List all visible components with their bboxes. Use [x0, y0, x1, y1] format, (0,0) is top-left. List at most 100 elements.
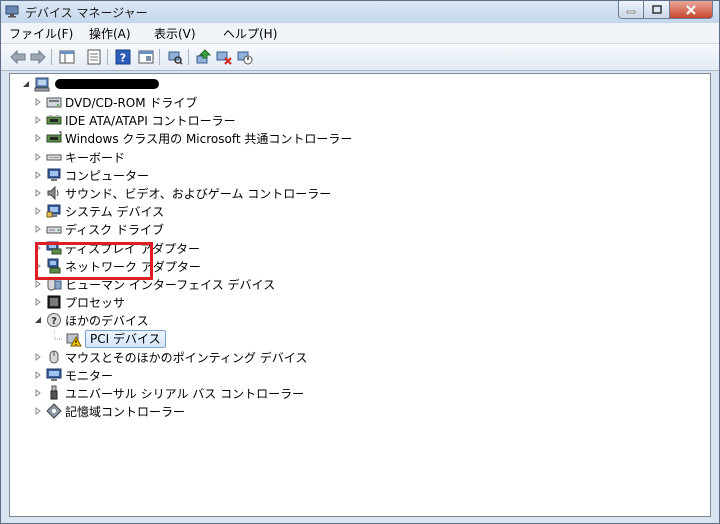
toolbar-separator — [159, 49, 160, 65]
computer-root-icon — [34, 76, 50, 92]
speaker-icon — [46, 185, 62, 201]
expand-arrow-icon[interactable] — [34, 293, 42, 311]
forward-arrow-icon — [30, 50, 46, 64]
scan-hardware-button[interactable] — [166, 48, 184, 66]
scan-hardware-icon — [168, 51, 183, 65]
tree-category-item[interactable]: マウスとそのほかのポインティング デバイス — [34, 348, 307, 366]
monitor-icon — [46, 367, 62, 383]
usb-plug-icon — [46, 385, 62, 401]
uninstall-icon — [216, 51, 232, 65]
dvd-drive-icon — [46, 94, 62, 110]
tree-child-item[interactable]: PCI デバイス — [54, 330, 166, 348]
processor-icon — [46, 294, 62, 310]
tree-category-item[interactable]: コンピューター — [34, 166, 149, 184]
tree-category-item[interactable]: プロセッサ — [34, 293, 125, 311]
toolbar-separator — [107, 49, 108, 65]
category-label: Windows クラス用の Microsoft 共通コントローラー — [65, 131, 353, 146]
properties-icon — [87, 49, 101, 65]
category-label: マウスとそのほかのポインティング デバイス — [65, 350, 308, 365]
tree-category-item[interactable]: モニター — [34, 366, 113, 384]
close-icon — [686, 4, 696, 15]
minimize-icon — [626, 10, 636, 13]
tree-root[interactable] — [22, 75, 159, 93]
expand-arrow-icon[interactable] — [34, 348, 42, 366]
expand-arrow-icon[interactable] — [34, 184, 42, 202]
category-label: IDE ATA/ATAPI コントローラー — [65, 113, 236, 128]
tree-category-item[interactable]: サウンド、ビデオ、およびゲーム コントローラー — [34, 184, 331, 202]
svg-text:?: ? — [51, 316, 57, 327]
collapse-arrow-icon[interactable] — [34, 311, 42, 329]
expand-arrow-icon[interactable] — [34, 384, 42, 402]
tree-category-item[interactable]: 記憶域コントローラー — [34, 402, 185, 420]
expand-arrow-icon[interactable] — [34, 202, 42, 220]
tree-category-item[interactable]: システム デバイス — [34, 202, 164, 220]
expand-arrow-icon[interactable] — [34, 166, 42, 184]
usb-controller-icon — [46, 130, 62, 146]
svg-text:?: ? — [120, 52, 126, 65]
device-tree[interactable]: DVD/CD-ROM ドライブ IDE ATA/ATAPI コントローラー Wind… — [9, 73, 711, 517]
view-icon — [138, 50, 154, 64]
maximize-icon — [651, 5, 662, 14]
expand-arrow-icon[interactable] — [34, 148, 42, 166]
expand-arrow-icon[interactable] — [34, 111, 42, 129]
category-label: モニター — [65, 368, 114, 383]
window-title: デバイス マネージャー — [25, 6, 148, 20]
show-hide-console-tree-icon — [59, 50, 75, 64]
warning-device-icon — [66, 331, 82, 347]
expand-arrow-icon[interactable] — [34, 366, 42, 384]
device-manager-app-icon — [5, 5, 19, 18]
menu-view[interactable]: 表示(V) — [154, 25, 196, 42]
expand-arrow-icon[interactable] — [34, 93, 42, 111]
collapse-arrow-icon[interactable] — [22, 75, 30, 93]
menu-bar: ファイル(F) 操作(A) 表示(V) ヘルプ(H) — [1, 23, 719, 44]
maximize-button[interactable] — [644, 1, 670, 19]
toolbar-separator — [51, 49, 52, 65]
category-label: キーボード — [65, 150, 126, 165]
expand-arrow-icon[interactable] — [34, 220, 42, 238]
update-driver-icon — [196, 49, 211, 64]
expand-arrow-icon[interactable] — [34, 402, 42, 420]
tree-category-item[interactable]: ? ほかのデバイス — [34, 311, 149, 329]
update-driver-button[interactable] — [194, 48, 212, 66]
close-button[interactable] — [670, 1, 713, 19]
window-bottom-edge — [1, 517, 719, 523]
disk-drive-icon — [46, 221, 62, 237]
category-label: プロセッサ — [65, 295, 126, 310]
console-tree-button[interactable] — [58, 48, 76, 66]
category-label: 記憶域コントローラー — [65, 404, 186, 419]
storage-controller-icon — [46, 403, 62, 419]
menu-action[interactable]: 操作(A) — [89, 25, 131, 42]
category-label: ほかのデバイス — [65, 313, 149, 328]
toolbar: ? — [1, 44, 719, 71]
tree-category-item[interactable]: DVD/CD-ROM ドライブ — [34, 93, 197, 111]
category-label: ユニバーサル シリアル バス コントローラー — [65, 386, 305, 401]
redacted-computer-name — [55, 79, 159, 89]
caption-buttons — [618, 1, 713, 20]
forward-button[interactable] — [29, 48, 47, 66]
menu-file[interactable]: ファイル(F) — [9, 25, 73, 42]
back-button[interactable] — [9, 48, 27, 66]
menu-help[interactable]: ヘルプ(H) — [223, 25, 277, 42]
properties-button[interactable] — [85, 48, 103, 66]
keyboard-icon — [46, 149, 62, 165]
mouse-icon — [46, 349, 62, 365]
tree-category-item[interactable]: Windows クラス用の Microsoft 共通コントローラー — [34, 129, 352, 147]
minimize-button[interactable] — [618, 1, 644, 19]
highlight-box — [35, 242, 153, 280]
tree-category-item[interactable]: キーボード — [34, 148, 125, 166]
category-label: コンピューター — [65, 168, 150, 183]
tree-category-item[interactable]: IDE ATA/ATAPI コントローラー — [34, 111, 236, 129]
device-manager-window: デバイス マネージャー ファイル(F) 操作(A) 表示(V) ヘルプ(H) ?… — [0, 0, 720, 524]
unknown-device-icon: ? — [46, 312, 62, 328]
tree-category-item[interactable]: ユニバーサル シリアル バス コントローラー — [34, 384, 304, 402]
expand-arrow-icon[interactable] — [34, 129, 42, 147]
view-button[interactable] — [137, 48, 155, 66]
category-label: サウンド、ビデオ、およびゲーム コントローラー — [65, 186, 332, 201]
disable-button[interactable] — [236, 48, 254, 66]
title-bar[interactable]: デバイス マネージャー — [1, 1, 719, 23]
computer-icon — [46, 167, 62, 183]
uninstall-button[interactable] — [215, 48, 233, 66]
help-button[interactable]: ? — [114, 48, 132, 66]
toolbar-separator — [188, 49, 189, 65]
tree-category-item[interactable]: ディスク ドライブ — [34, 220, 164, 238]
